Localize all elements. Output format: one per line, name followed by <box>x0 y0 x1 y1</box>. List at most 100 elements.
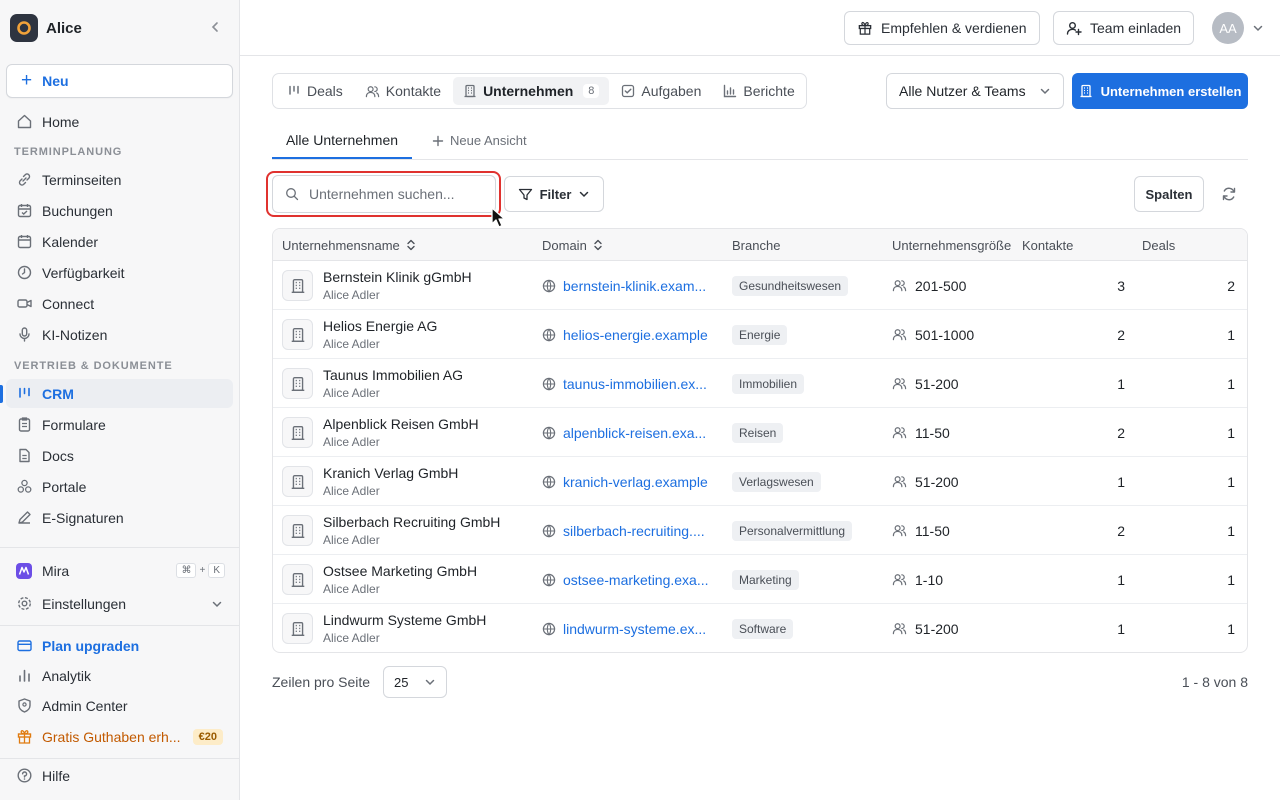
company-name[interactable]: Ostsee Marketing GmbH <box>323 563 477 579</box>
create-company-button[interactable]: Unternehmen erstellen <box>1072 73 1248 109</box>
sidebar-item-e-signaturen[interactable]: E-Signaturen <box>6 503 233 532</box>
invite-team-button[interactable]: Team einladen <box>1053 11 1195 45</box>
sidebar-item-home[interactable]: Home <box>6 107 233 136</box>
users-icon <box>892 572 907 587</box>
users-teams-select[interactable]: Alle Nutzer & Teams <box>886 73 1064 109</box>
search-field[interactable] <box>272 175 496 213</box>
company-building-icon <box>282 319 313 350</box>
tab-unternehmen[interactable]: Unternehmen 8 <box>453 77 610 105</box>
sidebar-item-label: Kalender <box>42 233 99 250</box>
table-row[interactable]: Silberbach Recruiting GmbH Alice Adler sil… <box>273 506 1247 555</box>
tab-deals[interactable]: Deals <box>277 77 353 105</box>
domain-text: bernstein-klinik.exam... <box>563 277 707 294</box>
company-domain-link[interactable]: helios-energie.example <box>542 310 727 359</box>
collapse-sidebar-icon[interactable] <box>208 20 222 34</box>
column-header-industry[interactable]: Branche <box>732 229 882 261</box>
company-size: 11-50 <box>915 424 950 441</box>
filter-button[interactable]: Filter <box>504 176 604 212</box>
sidebar-item-einstellungen[interactable]: Einstellungen <box>6 589 233 618</box>
sidebar-item-terminseiten[interactable]: Terminseiten <box>6 165 233 194</box>
company-domain-link[interactable]: taunus-immobilien.ex... <box>542 359 727 408</box>
company-building-icon <box>282 564 313 595</box>
sidebar-item-portale[interactable]: Portale <box>6 472 233 501</box>
domain-text: taunus-immobilien.ex... <box>563 375 707 392</box>
search-input[interactable] <box>309 186 479 202</box>
table-row[interactable]: Bernstein Klinik gGmbH Alice Adler bernste… <box>273 261 1247 310</box>
plus-icon <box>432 135 444 147</box>
sidebar-item-label: CRM <box>42 385 74 402</box>
table-row[interactable]: Kranich Verlag GmbH Alice Adler kranich-ve… <box>273 457 1247 506</box>
rows-per-page-select[interactable]: 25 <box>383 666 447 698</box>
table-row[interactable]: Taunus Immobilien AG Alice Adler taunus-im… <box>273 359 1247 408</box>
company-domain-link[interactable]: lindwurm-systeme.ex... <box>542 604 727 652</box>
sidebar-item-label: Verfügbarkeit <box>42 264 125 281</box>
sidebar-item-connect[interactable]: Connect <box>6 289 233 318</box>
sort-icon <box>593 239 603 251</box>
company-name[interactable]: Helios Energie AG <box>323 318 437 334</box>
company-domain-link[interactable]: alpenblick-reisen.exa... <box>542 408 727 457</box>
globe-icon <box>542 377 556 391</box>
company-name[interactable]: Alpenblick Reisen GmbH <box>323 416 479 432</box>
new-button[interactable]: + Neu <box>6 64 233 98</box>
sidebar-item-verfuegbarkeit[interactable]: Verfügbarkeit <box>6 258 233 287</box>
refresh-icon[interactable] <box>1214 180 1244 208</box>
tab-berichte[interactable]: Berichte <box>713 77 804 105</box>
column-header-deals[interactable]: Deals <box>1142 229 1232 261</box>
company-name[interactable]: Lindwurm Systeme GmbH <box>323 612 486 628</box>
tab-aufgaben[interactable]: Aufgaben <box>611 77 711 105</box>
sidebar-item-crm[interactable]: CRM <box>6 379 233 408</box>
sidebar-item-formulare[interactable]: Formulare <box>6 410 233 439</box>
view-tab-all[interactable]: Alle Unternehmen <box>272 122 412 159</box>
sidebar-item-label: Gratis Guthaben erh... <box>42 728 181 745</box>
column-header-contacts[interactable]: Kontakte <box>1022 229 1132 261</box>
users-icon <box>892 425 907 440</box>
avatar[interactable]: AA <box>1212 12 1244 44</box>
company-domain-link[interactable]: bernstein-klinik.exam... <box>542 261 727 310</box>
column-header-size[interactable]: Unternehmensgröße <box>892 229 1014 261</box>
sidebar-item-mira[interactable]: Mira ⌘ + K <box>6 556 233 585</box>
sidebar-item-label: Hilfe <box>42 767 71 784</box>
company-name[interactable]: Silberbach Recruiting GmbH <box>323 514 500 530</box>
company-domain-link[interactable]: ostsee-marketing.exa... <box>542 555 727 604</box>
table-row[interactable]: Helios Energie AG Alice Adler helios-energ… <box>273 310 1247 359</box>
sidebar-item-credit[interactable]: Gratis Guthaben erh... €20 <box>6 722 233 751</box>
shield-icon <box>14 696 34 716</box>
table-row[interactable]: Ostsee Marketing GmbH Alice Adler ostsee-m… <box>273 555 1247 604</box>
sidebar-item-buchungen[interactable]: Buchungen <box>6 196 233 225</box>
table-row[interactable]: Lindwurm Systeme GmbH Alice Adler lindwurm… <box>273 604 1247 652</box>
sidebar-item-admin-center[interactable]: Admin Center <box>6 691 233 720</box>
sidebar-item-ki-notizen[interactable]: KI-Notizen <box>6 320 233 349</box>
sidebar-item-kalender[interactable]: Kalender <box>6 227 233 256</box>
users-icon <box>892 278 907 293</box>
refer-button[interactable]: Empfehlen & verdienen <box>844 11 1040 45</box>
tab-label: Berichte <box>743 83 795 99</box>
company-domain-link[interactable]: kranich-verlag.example <box>542 457 727 506</box>
workspace-switcher[interactable]: Alice <box>10 14 230 42</box>
sidebar-item-hilfe[interactable]: Hilfe <box>6 761 233 790</box>
sidebar-item-upgrade[interactable]: Plan upgraden <box>6 631 233 660</box>
company-name[interactable]: Kranich Verlag GmbH <box>323 465 458 481</box>
tab-label: Aufgaben <box>641 83 702 99</box>
company-domain-link[interactable]: silberbach-recruiting.... <box>542 506 727 555</box>
column-header-name[interactable]: Unternehmensname <box>282 229 532 261</box>
company-owner: Alice Adler <box>323 631 380 645</box>
sidebar-item-analytik[interactable]: Analytik <box>6 661 233 690</box>
table-row[interactable]: Alpenblick Reisen GmbH Alice Adler alpenbl… <box>273 408 1247 457</box>
users-icon <box>892 327 907 342</box>
column-header-domain[interactable]: Domain <box>542 229 722 261</box>
filter-label: Filter <box>539 186 572 202</box>
company-name[interactable]: Bernstein Klinik gGmbH <box>323 269 472 285</box>
chevron-down-icon[interactable] <box>1252 22 1264 34</box>
columns-button[interactable]: Spalten <box>1134 176 1204 212</box>
scroll-fade <box>0 534 239 546</box>
credit-badge: €20 <box>192 728 223 745</box>
new-view-button[interactable]: Neue Ansicht <box>432 122 527 159</box>
company-name[interactable]: Taunus Immobilien AG <box>323 367 463 383</box>
sidebar-item-docs[interactable]: Docs <box>6 441 233 470</box>
tab-kontakte[interactable]: Kontakte <box>355 77 451 105</box>
table-header: Unternehmensname Domain Branche Unterneh… <box>273 229 1247 261</box>
deals-count: 2 <box>1227 277 1235 294</box>
gift-icon <box>857 20 873 36</box>
industry-cell: Personalvermittlung <box>732 506 882 555</box>
credit-card-icon <box>14 636 34 656</box>
